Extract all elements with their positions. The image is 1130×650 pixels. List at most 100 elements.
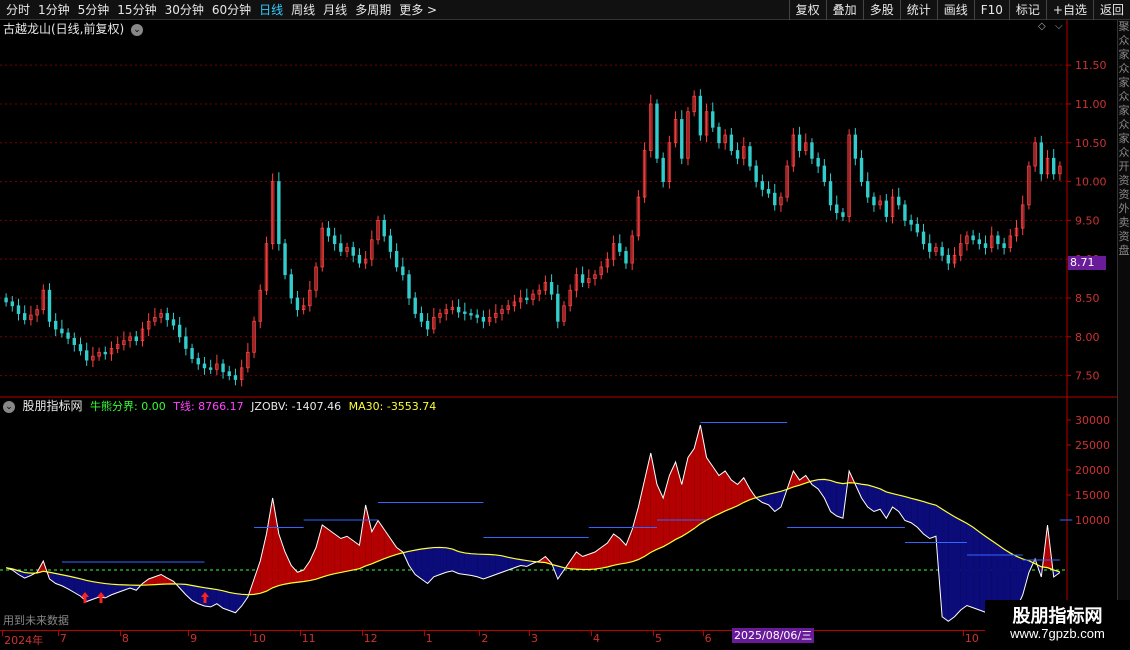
candle-body: [84, 350, 89, 361]
time-axis-label: 7: [59, 632, 67, 645]
candle-body: [897, 196, 901, 206]
period-tab[interactable]: 5分钟: [74, 0, 114, 20]
jzobv-label: JZOBV: -1407.46: [251, 400, 342, 413]
rail-tab-char[interactable]: 开: [1118, 160, 1130, 174]
toolbar-button[interactable]: 标记: [1008, 0, 1046, 20]
chart-canvas[interactable]: 11.5011.0010.5010.009.509.008.508.007.50…: [0, 20, 1117, 650]
candle-body: [72, 337, 76, 345]
obv-fill: [347, 536, 354, 572]
obv-fill: [489, 554, 496, 577]
period-tab[interactable]: 日线: [255, 0, 287, 20]
candle-body: [60, 328, 64, 334]
rail-tab-char[interactable]: 家: [1118, 132, 1130, 146]
candle-body: [78, 344, 83, 352]
obv-fill: [954, 516, 961, 617]
rail-tab-char[interactable]: 盘: [1118, 244, 1130, 258]
period-tab[interactable]: 月线: [319, 0, 351, 20]
right-sidebar[interactable]: 聚众家众家众家众家众开资资外卖资盘: [1117, 20, 1130, 630]
candle-body: [481, 316, 486, 322]
period-tab[interactable]: 30分钟: [161, 0, 208, 20]
rail-tab-char[interactable]: 聚: [1118, 20, 1130, 34]
toolbar-button[interactable]: +自选: [1045, 0, 1093, 20]
watermark-title: 股朋指标网: [1012, 606, 1103, 627]
obv-fill: [440, 547, 447, 575]
obv-fill: [966, 523, 974, 608]
time-axis-label: 5: [654, 632, 662, 645]
toolbar-button[interactable]: 复权: [788, 0, 826, 20]
bull-bear-label: 牛熊分界: 0.00: [90, 400, 166, 413]
indicator-axis-label: 15000: [1075, 489, 1110, 502]
time-axis-tick: [590, 631, 592, 636]
toolbar-button[interactable]: 画线: [936, 0, 974, 20]
candle-body: [760, 181, 765, 190]
chevron-down-icon[interactable]: ⌄: [3, 401, 15, 413]
rail-tab-char[interactable]: 外: [1118, 202, 1130, 216]
period-tab[interactable]: 分时: [2, 0, 34, 20]
obv-fill: [86, 580, 93, 602]
toolbar-button[interactable]: 统计: [899, 0, 937, 20]
obv-fill: [477, 554, 484, 579]
candle-body: [425, 320, 430, 330]
candle-body: [227, 371, 231, 376]
rail-tab-char[interactable]: 资: [1118, 188, 1130, 202]
toolbar-button[interactable]: 返回: [1092, 0, 1130, 20]
time-axis-label: 10: [964, 632, 979, 645]
candle-body: [884, 200, 889, 217]
rail-tab-char[interactable]: 卖: [1118, 216, 1130, 230]
candle-body: [332, 235, 337, 245]
candle-body: [134, 336, 138, 342]
period-tab[interactable]: 1分钟: [34, 0, 74, 20]
candle-body: [407, 274, 411, 299]
rail-tab-char[interactable]: 家: [1118, 76, 1130, 90]
period-tab[interactable]: 60分钟: [208, 0, 255, 20]
indicator-header: ⌄ 股朋指标网 牛熊分界: 0.00 T线: 8766.17 JZOBV: -1…: [3, 398, 440, 414]
obv-fill: [632, 507, 639, 562]
candle-body: [233, 375, 238, 380]
candle-body: [835, 204, 839, 214]
time-axis-tick: [57, 631, 59, 636]
obv-fill: [291, 565, 298, 584]
toolbar-button[interactable]: 多股: [862, 0, 900, 20]
toolbar-button[interactable]: 叠加: [825, 0, 863, 20]
rail-tab-char[interactable]: 资: [1118, 174, 1130, 188]
candle-body: [351, 247, 355, 256]
period-tab[interactable]: 更多 >: [395, 0, 441, 20]
obv-fill: [483, 554, 490, 579]
rail-tab-char[interactable]: 家: [1118, 104, 1130, 118]
toolbar-button[interactable]: F10: [973, 0, 1009, 20]
time-axis-label: 2: [481, 632, 489, 645]
candle-body: [382, 219, 386, 237]
obv-fill: [706, 457, 713, 521]
rail-tab-char[interactable]: 众: [1118, 34, 1130, 48]
candle-body: [859, 157, 864, 182]
time-axis-tick: [702, 631, 704, 636]
period-tab[interactable]: 多周期: [351, 0, 395, 20]
obv-fill: [743, 477, 750, 503]
candle-body: [202, 363, 207, 369]
rail-tab-char[interactable]: 众: [1118, 118, 1130, 132]
rail-tab-char[interactable]: 家: [1118, 48, 1130, 62]
rail-tab-char[interactable]: 众: [1118, 90, 1130, 104]
obv-fill: [774, 491, 781, 512]
period-tab[interactable]: 15分钟: [113, 0, 160, 20]
price-axis-label: 8.50: [1075, 292, 1100, 305]
rail-tab-char[interactable]: 资: [1118, 230, 1130, 244]
candle-body: [401, 266, 405, 276]
obv-fill: [266, 498, 273, 592]
candle-body: [915, 223, 920, 233]
obv-fill: [942, 509, 949, 622]
time-axis-label: 9: [190, 632, 198, 645]
obv-fill: [495, 554, 503, 575]
obv-fill: [68, 576, 75, 593]
ma30-label: MA30: -3553.74: [348, 400, 437, 413]
obv-fill: [836, 482, 843, 519]
rail-tab-char[interactable]: 众: [1118, 62, 1130, 76]
rail-tab-char[interactable]: 众: [1118, 146, 1130, 160]
obv-fill: [818, 479, 825, 498]
candle-body: [394, 251, 399, 268]
period-bar: 分时 1分钟 5分钟 15分钟 30分钟 60分钟 日线 周线 月线 多周期 更多 >: [2, 0, 441, 20]
candle-body: [946, 254, 951, 264]
period-tab[interactable]: 周线: [287, 0, 319, 20]
candle-body: [773, 192, 777, 206]
indicator-axis-label: 25000: [1075, 439, 1110, 452]
